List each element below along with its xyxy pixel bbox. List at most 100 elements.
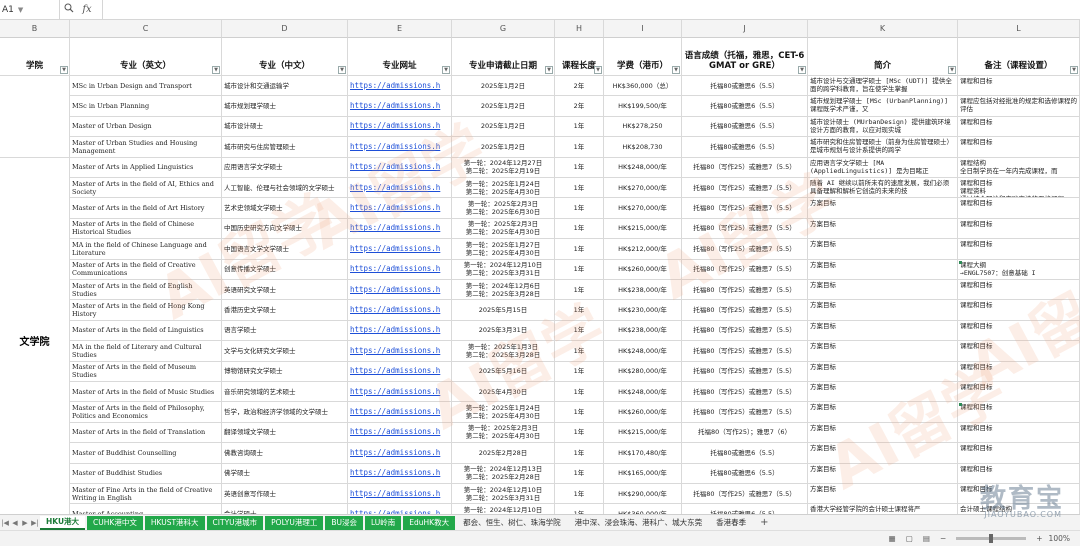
- column-header-j[interactable]: J: [682, 20, 808, 38]
- language-cell[interactable]: 托福80（写作25）或雅思7（5.5）: [682, 320, 808, 342]
- url-link[interactable]: https://admissions.h: [350, 265, 440, 273]
- notes-cell[interactable]: 课程结构 全日制学员在一年内完成课程，而: [958, 157, 1080, 178]
- major-cn-cell[interactable]: 翻译领域文学硕士: [222, 422, 348, 444]
- filter-dropdown-icon[interactable]: ▼: [594, 66, 602, 74]
- notes-cell[interactable]: 课程和目标: [958, 443, 1080, 464]
- intro-cell[interactable]: 城市设计与交通理学硕士 [MSc (UDT)] 提供全面的跨学科教育，旨在使学生…: [808, 76, 958, 97]
- filter-dropdown-icon[interactable]: ▼: [948, 66, 956, 74]
- major-en-cell[interactable]: Master of Buddhist Studies: [70, 463, 222, 484]
- notes-cell[interactable]: 课程和目标: [958, 239, 1080, 260]
- deadline-cell[interactable]: 第一轮：2024年12月10日 第二轮：2025年3月31日: [452, 259, 555, 280]
- duration-cell[interactable]: 1年: [555, 422, 604, 444]
- column-header-l[interactable]: L: [958, 20, 1080, 38]
- sheet-tab[interactable]: EduHK教大: [403, 515, 456, 530]
- column-header-b[interactable]: B: [0, 20, 70, 38]
- url-cell[interactable]: https://admissions.h: [348, 402, 452, 423]
- intro-cell[interactable]: 方案目标: [808, 259, 958, 280]
- duration-cell[interactable]: 1年: [555, 463, 604, 484]
- language-cell[interactable]: 托福80（写作25）或雅思7（5.5）: [682, 361, 808, 382]
- url-cell[interactable]: https://admissions.h: [348, 96, 452, 117]
- tuition-cell[interactable]: HK$260,000/年: [604, 259, 682, 280]
- filter-dropdown-icon[interactable]: ▼: [212, 66, 220, 74]
- url-link[interactable]: https://admissions.h: [350, 285, 440, 294]
- tuition-cell[interactable]: HK$215,000/年: [604, 422, 682, 444]
- duration-cell[interactable]: 2年: [555, 76, 604, 97]
- duration-cell[interactable]: 1年: [555, 259, 604, 280]
- major-cn-cell[interactable]: 城市研究与住房管理硕士: [222, 137, 348, 158]
- url-cell[interactable]: https://admissions.h: [348, 341, 452, 362]
- deadline-cell[interactable]: 2025年1月2日: [452, 116, 555, 138]
- language-cell[interactable]: 托福80或雅思6（5.5）: [682, 76, 808, 97]
- tuition-cell[interactable]: HK$248,000/年: [604, 341, 682, 362]
- view-normal-icon[interactable]: ▦: [889, 534, 896, 543]
- major-en-cell[interactable]: Master of Buddhist Counselling: [70, 443, 222, 464]
- url-cell[interactable]: https://admissions.h: [348, 178, 452, 199]
- tuition-cell[interactable]: HK$278,250: [604, 116, 682, 138]
- major-en-cell[interactable]: Master of Arts in the field of Museum St…: [70, 361, 222, 382]
- major-cn-cell[interactable]: 语言学硕士: [222, 320, 348, 342]
- url-cell[interactable]: https://admissions.h: [348, 157, 452, 178]
- url-link[interactable]: https://admissions.h: [350, 183, 440, 192]
- filter-dropdown-icon[interactable]: ▼: [338, 66, 346, 74]
- major-en-cell[interactable]: Master of Urban Design: [70, 116, 222, 138]
- notes-cell[interactable]: 课程和目标: [958, 361, 1080, 382]
- tuition-cell[interactable]: HK$260,000/年: [604, 402, 682, 423]
- major-cn-cell[interactable]: 城市规划理学硕士: [222, 96, 348, 117]
- zoom-in-icon[interactable]: +: [1036, 534, 1042, 543]
- url-cell[interactable]: https://admissions.h: [348, 504, 452, 514]
- intro-cell[interactable]: 方案目标: [808, 218, 958, 240]
- major-cn-cell[interactable]: 英语研究文学硕士: [222, 280, 348, 301]
- url-cell[interactable]: https://admissions.h: [348, 443, 452, 464]
- url-link[interactable]: https://admissions.h: [350, 326, 440, 334]
- notes-cell[interactable]: 课程和目标: [958, 137, 1080, 158]
- language-cell[interactable]: 托福80（写作25）或雅思7（5.5）: [682, 300, 808, 321]
- url-cell[interactable]: https://admissions.h: [348, 218, 452, 240]
- sheet-grid[interactable]: B C D E G H I J K L 学院 ▼ 专业（英文） ▼ 专业（中文） ▼ 专业网址 ▼ 专业申请截止日期…: [0, 20, 1080, 514]
- major-en-cell[interactable]: Master of Arts in the field of Chinese H…: [70, 218, 222, 240]
- language-cell[interactable]: 托福80或雅思6（5.5）: [682, 443, 808, 464]
- major-en-cell[interactable]: Master of Arts in the field of English S…: [70, 280, 222, 301]
- tuition-cell[interactable]: HK$230,000/年: [604, 300, 682, 321]
- url-link[interactable]: https://admissions.h: [350, 204, 440, 212]
- intro-cell[interactable]: 方案目标: [808, 382, 958, 403]
- intro-cell[interactable]: 方案目标: [808, 422, 958, 444]
- duration-cell[interactable]: 2年: [555, 96, 604, 117]
- notes-cell[interactable]: 课程和目标: [958, 116, 1080, 138]
- zoom-slider-knob[interactable]: [989, 534, 994, 543]
- url-cell[interactable]: https://admissions.h: [348, 137, 452, 158]
- major-cn-cell[interactable]: 创意传播文学硕士: [222, 259, 348, 280]
- column-header-h[interactable]: H: [555, 20, 604, 38]
- major-cn-cell[interactable]: 文学与文化研究文学硕士: [222, 341, 348, 362]
- formula-input[interactable]: [102, 0, 1080, 20]
- duration-cell[interactable]: 1年: [555, 239, 604, 260]
- major-en-cell[interactable]: Master of Arts in the field of Music Stu…: [70, 382, 222, 403]
- intro-cell[interactable]: 方案目标: [808, 320, 958, 342]
- deadline-cell[interactable]: 2025年1月2日: [452, 137, 555, 158]
- language-cell[interactable]: 托福80（写作25）或雅思7（5.5）: [682, 239, 808, 260]
- zoom-slider[interactable]: [956, 534, 1027, 543]
- major-cn-cell[interactable]: 人工智能、伦理与社会领域的文学硕士: [222, 178, 348, 199]
- url-cell[interactable]: https://admissions.h: [348, 382, 452, 403]
- intro-cell[interactable]: 城市设计硕士 (MUrbanDesign) 提供建筑环境设计方面的教育，以应对现…: [808, 116, 958, 138]
- url-link[interactable]: https://admissions.h: [350, 244, 440, 253]
- major-cn-cell[interactable]: 城市设计硕士: [222, 116, 348, 138]
- url-link[interactable]: https://admissions.h: [350, 346, 440, 355]
- column-header-i[interactable]: I: [604, 20, 682, 38]
- duration-cell[interactable]: 1年: [555, 198, 604, 219]
- url-cell[interactable]: https://admissions.h: [348, 198, 452, 219]
- major-cn-cell[interactable]: 中国历史研究方向文学硕士: [222, 218, 348, 240]
- duration-cell[interactable]: 1年: [555, 157, 604, 178]
- next-sheet-icon[interactable]: ▶: [20, 519, 30, 527]
- intro-cell[interactable]: 方案目标: [808, 300, 958, 321]
- major-en-cell[interactable]: Master of Arts in the field of Philosoph…: [70, 402, 222, 423]
- url-cell[interactable]: https://admissions.h: [348, 361, 452, 382]
- major-en-cell[interactable]: Master of Urban Studies and Housing Mana…: [70, 137, 222, 158]
- language-cell[interactable]: 托福80（写作25）或雅思7（5.5）: [682, 280, 808, 301]
- column-header-g[interactable]: G: [452, 20, 555, 38]
- filter-dropdown-icon[interactable]: ▼: [672, 66, 680, 74]
- deadline-cell[interactable]: 2025年1月2日: [452, 96, 555, 117]
- sheet-tab[interactable]: 都会、恒生、树仁、珠海学院: [457, 516, 567, 530]
- url-cell[interactable]: https://admissions.h: [348, 320, 452, 342]
- sheet-tab[interactable]: POLYU港理工: [265, 515, 324, 530]
- major-cn-cell[interactable]: 英语创意写作硕士: [222, 484, 348, 505]
